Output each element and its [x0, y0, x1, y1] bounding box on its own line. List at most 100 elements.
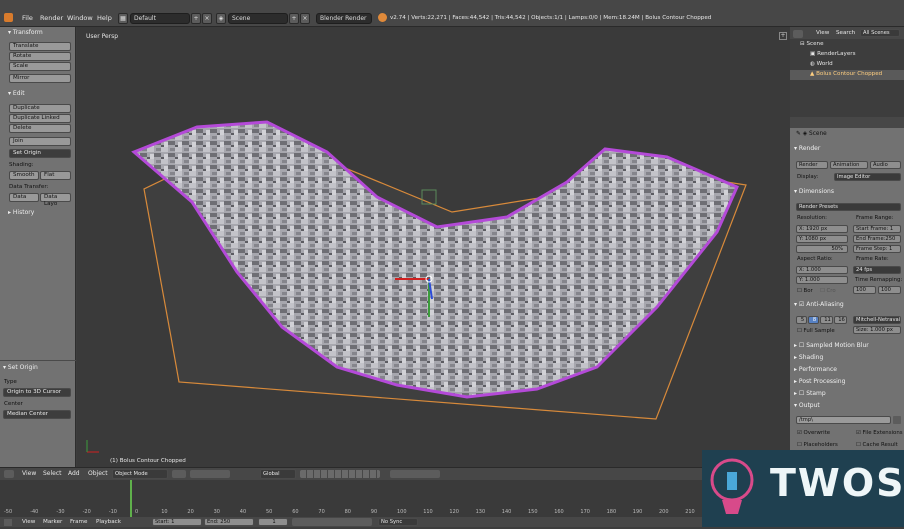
data-button[interactable]: Data — [9, 193, 39, 202]
time-remap-old-field[interactable]: 100 — [853, 286, 876, 294]
editor-type-icon[interactable] — [4, 470, 14, 478]
current-frame-field[interactable]: 1 — [258, 518, 288, 526]
output-panel-header[interactable]: ▾ Output — [794, 402, 820, 409]
outliner-item-scene[interactable]: ⊟ Scene — [800, 41, 824, 47]
scale-button[interactable]: Scale — [9, 62, 71, 71]
origin-type-select[interactable]: Origin to 3D Cursor — [3, 388, 71, 397]
dimensions-panel-header[interactable]: ▾ Dimensions — [794, 188, 834, 195]
cache-result-checkbox[interactable]: ☐ Cache Result — [856, 442, 898, 448]
set-origin-dropdown[interactable]: Set Origin — [9, 149, 71, 158]
aa-filter-select[interactable]: Mitchell-Netravali — [853, 316, 901, 324]
render-button[interactable]: Render — [796, 161, 828, 169]
folder-icon[interactable] — [893, 416, 901, 424]
scene-field[interactable]: Scene — [228, 13, 288, 24]
menu-window[interactable]: Window — [67, 14, 93, 22]
start-frame-field[interactable]: Start Frame: 1 — [853, 225, 901, 233]
timeline-menu-view[interactable]: View — [22, 519, 35, 525]
layer-buttons[interactable] — [300, 470, 380, 478]
aa-samples-5[interactable]: 5 — [796, 316, 807, 324]
display-select[interactable]: Image Editor — [834, 173, 901, 181]
outliner-display-select[interactable]: All Scenes — [860, 29, 900, 37]
outliner-item-renderlayers[interactable]: ▣ RenderLayers — [810, 51, 856, 57]
mirror-button[interactable]: Mirror — [9, 74, 71, 83]
render-engine-select[interactable]: Blender Render — [316, 13, 372, 24]
aa-samples-8[interactable]: 8 — [808, 316, 819, 324]
object-mode-select[interactable]: Object Mode — [112, 469, 168, 479]
translate-button[interactable]: Translate — [9, 42, 71, 51]
pivot-manipulator-icons[interactable] — [190, 470, 230, 478]
transform-orientation-select[interactable]: Global — [260, 469, 296, 479]
properties-context-tabs[interactable] — [790, 117, 904, 128]
placeholders-checkbox[interactable]: ☐ Placeholders — [797, 442, 838, 448]
file-extensions-checkbox[interactable]: ☑ File Extensions — [856, 430, 903, 436]
menu-file[interactable]: File — [22, 14, 33, 22]
current-frame-cursor[interactable] — [130, 480, 132, 517]
outliner-menu-view[interactable]: View — [816, 30, 829, 36]
outliner-menu-search[interactable]: Search — [836, 30, 855, 36]
render-presets-select[interactable]: Render Presets — [796, 203, 901, 211]
outliner-item-world[interactable]: ◍ World — [810, 61, 833, 67]
performance-panel-header[interactable]: ▸ Performance — [794, 366, 837, 373]
full-sample-checkbox[interactable]: ☐ Full Sample — [797, 328, 835, 334]
join-button[interactable]: Join — [9, 137, 71, 146]
border-checkbox[interactable]: ☐ Bor — [797, 288, 813, 294]
crop-checkbox[interactable]: ☐ Cro — [820, 288, 836, 294]
menu-help[interactable]: Help — [97, 14, 112, 22]
frame-step-field[interactable]: Frame Step: 1 — [853, 245, 901, 253]
viewport-menu-object[interactable]: Object — [88, 470, 108, 477]
sync-mode-select[interactable]: No Sync — [378, 518, 418, 526]
viewport-menu-add[interactable]: Add — [68, 470, 80, 477]
rotate-button[interactable]: Rotate — [9, 52, 71, 61]
add-scene-button[interactable]: + — [289, 13, 299, 24]
delete-button[interactable]: Delete — [9, 124, 71, 133]
flat-button[interactable]: Flat — [40, 171, 71, 180]
anti-aliasing-panel-header[interactable]: ▾ ☑ Anti-Aliasing — [794, 301, 844, 308]
aspect-y-field[interactable]: Y: 1.000 — [796, 276, 848, 284]
remove-layout-button[interactable]: × — [202, 13, 212, 24]
viewport-menu-view[interactable]: View — [22, 470, 36, 477]
sampled-motion-blur-panel-header[interactable]: ▸ ☐ Sampled Motion Blur — [794, 342, 869, 349]
aspect-x-field[interactable]: X: 1.000 — [796, 266, 848, 274]
scene-icon[interactable]: ◈ — [216, 13, 226, 24]
3d-viewport[interactable] — [77, 27, 790, 467]
stamp-panel-header[interactable]: ▸ ☐ Stamp — [794, 390, 826, 397]
resolution-y-field[interactable]: Y: 1080 px — [796, 235, 848, 243]
frame-rate-select[interactable]: 24 fps — [853, 266, 901, 274]
aa-samples-16[interactable]: 16 — [834, 316, 847, 324]
timeline-menu-playback[interactable]: Playback — [96, 519, 121, 525]
timeline-menu-marker[interactable]: Marker — [43, 519, 62, 525]
timeline-end-field[interactable]: End: 250 — [204, 518, 254, 526]
timeline-menu-frame[interactable]: Frame — [70, 519, 87, 525]
aa-samples-11[interactable]: 11 — [820, 316, 833, 324]
end-frame-field[interactable]: End Frame:250 — [853, 235, 901, 243]
center-select[interactable]: Median Center — [3, 410, 71, 419]
resolution-percent-field[interactable]: 50% — [796, 245, 848, 253]
outliner-editor-icon[interactable] — [793, 30, 803, 38]
blender-logo-icon[interactable] — [4, 13, 13, 22]
overwrite-checkbox[interactable]: ☑ Overwrite — [797, 430, 830, 436]
animation-button[interactable]: Animation — [830, 161, 868, 169]
transform-panel-header[interactable]: ▾ Transform — [8, 29, 43, 36]
playback-controls-icons[interactable] — [292, 518, 372, 526]
edit-panel-header[interactable]: ▾ Edit — [8, 90, 25, 97]
n-panel-toggle-icon[interactable]: + — [779, 32, 787, 40]
aa-size-field[interactable]: Size: 1.000 px — [853, 326, 901, 334]
smooth-button[interactable]: Smooth — [9, 171, 39, 180]
duplicate-button[interactable]: Duplicate — [9, 104, 71, 113]
timeline-start-field[interactable]: Start: 1 — [152, 518, 202, 526]
duplicate-linked-button[interactable]: Duplicate Linked — [9, 114, 71, 123]
menu-render[interactable]: Render — [40, 14, 63, 22]
remove-scene-button[interactable]: × — [300, 13, 310, 24]
resolution-x-field[interactable]: X: 1920 px — [796, 225, 848, 233]
operator-panel-header[interactable]: ▾ Set Origin — [3, 364, 38, 371]
viewport-menu-select[interactable]: Select — [43, 470, 62, 477]
screen-layout-icon[interactable]: ▦ — [118, 13, 128, 24]
shading-panel-header[interactable]: ▸ Shading — [794, 354, 823, 361]
data-layout-button[interactable]: Data Layo — [40, 193, 71, 207]
history-panel-header[interactable]: ▸ History — [8, 209, 34, 216]
add-layout-button[interactable]: + — [191, 13, 201, 24]
outliner-item-bolus[interactable]: ▲ Bolus Contour Chopped — [810, 71, 882, 77]
viewport-shading-icon[interactable] — [172, 470, 186, 478]
snap-tools-icons[interactable] — [390, 470, 440, 478]
output-path-field[interactable]: /tmp\ — [796, 416, 891, 424]
